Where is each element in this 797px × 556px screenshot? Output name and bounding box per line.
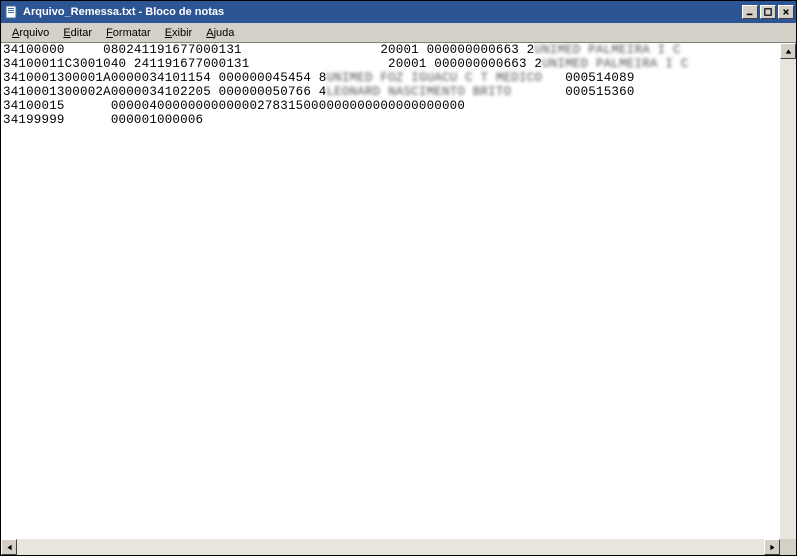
vertical-scrollbar[interactable] [780,43,796,555]
window-controls [742,5,794,19]
maximize-button[interactable] [760,5,776,19]
menu-editar[interactable]: Editar [56,25,99,41]
text-content[interactable]: 34100000 080241191677000131 20001 000000… [1,43,780,127]
text-line: 34100000 080241191677000131 20001 000000… [3,43,778,57]
menu-formatar[interactable]: Formatar [99,25,158,41]
menu-exibir[interactable]: Exibir [158,25,200,41]
menu-arquivo[interactable]: Arquivo [5,25,56,41]
window-title: Arquivo_Remessa.txt - Bloco de notas [23,6,742,18]
text-line: 3410001300001A0000034101154 000000045454… [3,71,778,85]
resize-grip[interactable] [780,539,796,555]
horizontal-scrollbar[interactable] [1,539,780,555]
editor-area: 34100000 080241191677000131 20001 000000… [1,43,796,555]
text-line: 34199999 000001000006 [3,113,778,127]
text-line: 34100011C3001040 241191677000131 20001 0… [3,57,778,71]
text-line: 34100015 0000040000000000000278315000000… [3,99,778,113]
scroll-right-button[interactable] [764,539,780,555]
text-line: 3410001300002A0000034102205 000000050766… [3,85,778,99]
close-button[interactable] [778,5,794,19]
scroll-track-vertical[interactable] [780,59,796,539]
titlebar: Arquivo_Remessa.txt - Bloco de notas [1,1,796,23]
minimize-button[interactable] [742,5,758,19]
text-viewport[interactable]: 34100000 080241191677000131 20001 000000… [1,43,780,539]
menubar: Arquivo Editar Formatar Exibir Ajuda [1,23,796,43]
scroll-left-button[interactable] [1,539,17,555]
notepad-icon [3,4,19,20]
scroll-up-button[interactable] [780,43,796,59]
menu-ajuda[interactable]: Ajuda [199,25,241,41]
scroll-track-horizontal[interactable] [17,539,764,555]
